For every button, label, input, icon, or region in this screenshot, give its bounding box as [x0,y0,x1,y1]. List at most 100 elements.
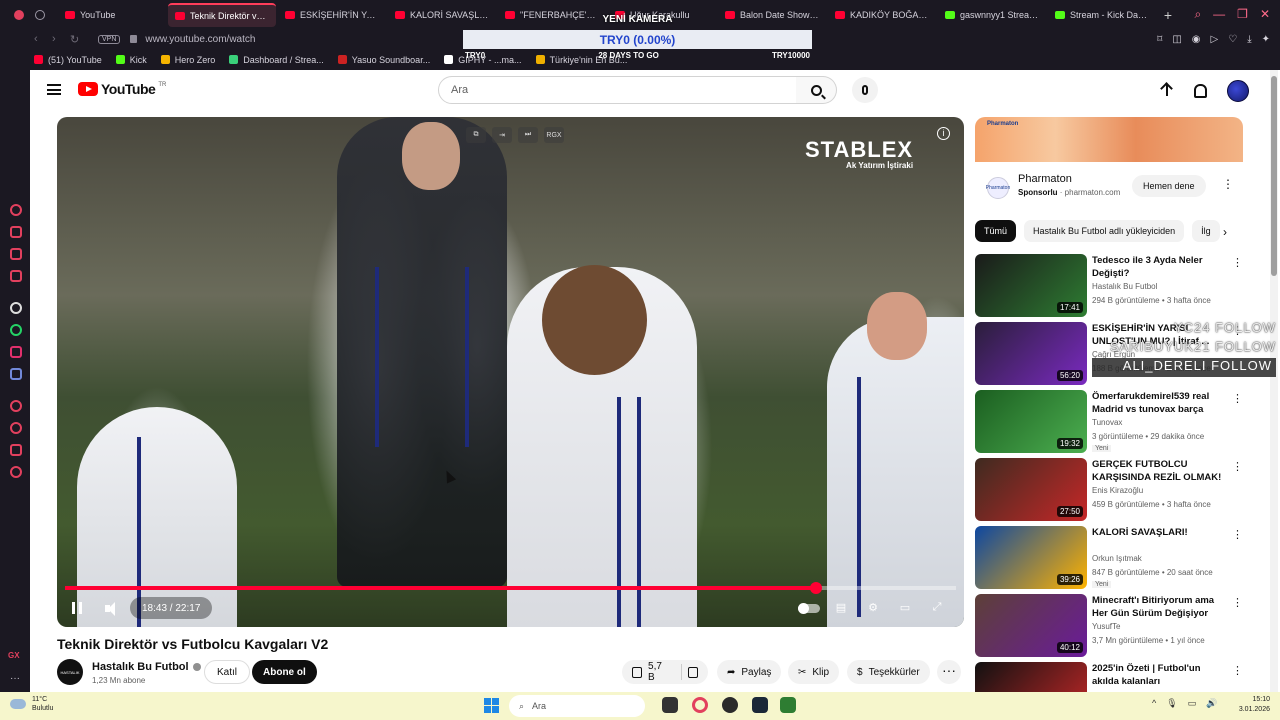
recommended-video[interactable]: 39:26 KALORİ SAVAŞLARI! Orkun Işıtmak 847 B… [975,526,1243,589]
video-thumbnail[interactable]: 27:50 [975,458,1087,521]
youtube-logo[interactable]: YouTube TR [78,81,166,97]
chevron-right-icon[interactable]: › [1223,225,1227,239]
more-actions-button[interactable]: ··· [937,660,961,684]
theater-mode-icon[interactable]: ▭ [896,599,914,615]
video-menu-icon[interactable]: ⋮ [1232,596,1243,609]
bookmark-item[interactable]: Yasuo Soundboar... [337,55,430,65]
extensions-icon[interactable] [10,444,22,456]
share-button[interactable]: ➦ Paylaş [717,660,782,684]
bookmark-icon[interactable]: ⌑ [1157,34,1162,45]
recommended-video[interactable]: 19:32 Ömerfarukdemirel539 real Madrid vs … [975,390,1243,453]
video-title-link[interactable]: Ömerfarukdemirel539 real Madrid vs tunov… [1092,390,1227,416]
video-menu-icon[interactable]: ⋮ [1232,392,1243,405]
voice-search-button[interactable] [852,77,878,103]
upload-icon[interactable] [1160,83,1174,99]
progress-bar[interactable] [65,582,956,594]
video-title-link[interactable]: Tedesco ile 3 Ayda Neler Değişti? [1092,254,1227,280]
video-menu-icon[interactable]: ⋮ [1232,256,1243,269]
channel-name[interactable]: Tunovax [1092,418,1122,427]
minimize-button[interactable]: — [1213,7,1225,22]
reload-icon[interactable]: ↻ [70,33,88,46]
aria-icon[interactable] [10,204,22,216]
weather-widget[interactable]: 11°C Bulutlu [10,695,53,713]
notifications-icon[interactable] [1194,84,1207,98]
browser-tab[interactable]: gaswnnyy1 Stream - [938,3,1046,27]
info-icon[interactable]: i [937,127,950,140]
video-title-link[interactable]: 2025'in Özeti | Futbol'un akılda kalanla… [1092,662,1227,688]
rgx-label[interactable]: RGX [544,127,564,143]
video-player[interactable]: ⧉ ⇥ ⏭ RGX STABLEX Ak Yatırım İştiraki i … [57,117,964,627]
video-thumbnail[interactable]: 40:12 [975,594,1087,657]
scrollbar-thumb[interactable] [1271,76,1277,276]
dislike-icon[interactable] [687,666,698,678]
video-thumbnail[interactable]: 56:20 [975,322,1087,385]
browser-tab[interactable]: Teknik Direktör vs Futb [168,2,276,27]
join-button[interactable]: Katıl [204,660,251,684]
browser-tab[interactable]: Stream - Kick Dashbo [1048,3,1156,27]
filter-chip[interactable]: İlg [1192,220,1220,242]
bookmark-item[interactable]: (51) YouTube [34,55,102,65]
ad-menu-icon[interactable]: ⋮ [1222,177,1234,191]
maximize-button[interactable]: ❐ [1237,7,1248,22]
filter-chip[interactable]: Hastalık Bu Futbol adlı yükleyiciden [1024,220,1185,242]
vpn-badge[interactable]: VPN [98,34,121,44]
account-avatar[interactable] [1227,80,1249,102]
subtitles-icon[interactable]: ▤ [832,599,850,615]
channel-name[interactable]: Orkun Işıtmak [1092,554,1142,563]
volume-icon[interactable] [105,602,119,616]
like-icon[interactable] [632,666,643,678]
autoplay-toggle[interactable] [798,603,820,614]
ad-cta-button[interactable]: Hemen dene [1132,175,1206,197]
video-title-link[interactable]: Minecraft'ı Bitiriyorum ama Her Gün Sürü… [1092,594,1227,620]
pause-icon[interactable] [72,602,82,614]
windows-start-icon[interactable] [484,698,499,713]
twitch-icon[interactable] [10,248,22,260]
browser-tab[interactable]: ESKİŞEHİR'İN YARIS [278,3,386,27]
more-icon[interactable]: ··· [10,673,20,684]
whatsapp-icon[interactable] [10,324,22,336]
app-icon[interactable] [780,697,796,713]
store-icon[interactable] [10,226,22,238]
obs-icon[interactable] [722,697,738,713]
download-icon[interactable]: ⤓ [1247,34,1251,45]
filter-chip[interactable]: Tümü [975,220,1017,242]
channel-name[interactable]: Enis Kirazoğlu [1092,486,1143,495]
heart-icon[interactable]: ♡ [1228,34,1237,45]
back-icon[interactable]: ‹ [34,33,52,45]
video-thumbnail[interactable]: 17:41 [975,254,1087,317]
channel-avatar[interactable]: HASTALIK [57,659,83,685]
like-count[interactable]: 5,7 B [648,661,669,683]
recommended-video[interactable]: 17:41 Tedesco ile 3 Ayda Neler Değişti? Ha… [975,254,1243,317]
history-icon[interactable] [10,422,22,434]
chatgpt-icon[interactable] [10,302,22,314]
channel-name[interactable]: YusufTe [1092,622,1120,631]
play-icon[interactable]: ▷ [1211,34,1219,45]
taskbar-search[interactable]: ⌕ Ara [509,695,645,717]
bookmark-item[interactable]: Kick [115,55,147,65]
scrubber-handle[interactable] [810,582,823,594]
page-scrollbar[interactable] [1270,70,1278,692]
shield-icon[interactable]: ◉ [1192,34,1201,45]
search-button[interactable] [796,76,837,104]
close-window-button[interactable]: ✕ [1260,7,1270,22]
menu-icon[interactable] [47,84,61,95]
settings-icon[interactable] [10,466,22,478]
workspaces-icon[interactable] [34,9,45,20]
recommended-video[interactable]: 40:12 Minecraft'ı Bitiriyorum ama Her Gün… [975,594,1243,657]
settings-gear-icon[interactable]: ⚙ [864,599,882,615]
task-view-icon[interactable] [662,697,678,713]
video-menu-icon[interactable]: ⋮ [1232,664,1243,677]
url-field[interactable]: www.youtube.com/watch [145,34,255,45]
ad-banner-image[interactable]: Pharmaton [975,117,1243,162]
video-title-link[interactable]: GERÇEK FUTBOLCU KARŞISINDA REZİL OLMAK! … [1092,458,1227,484]
subscribe-button[interactable]: Abone ol [252,660,317,684]
forward-icon[interactable]: › [52,33,70,45]
recommended-video[interactable]: 2025'in Özeti | Futbol'un akılda kalanla… [975,662,1243,692]
chevron-up-icon[interactable]: ^ [1152,698,1156,709]
video-menu-icon[interactable]: ⋮ [1232,460,1243,473]
channel-name[interactable]: Hastalık Bu Futbol [92,661,201,673]
video-thumbnail[interactable]: 19:32 [975,390,1087,453]
channel-name-text[interactable]: Hastalık Bu Futbol [92,661,189,673]
video-menu-icon[interactable]: ⋮ [1232,528,1243,541]
speaker-icon[interactable]: 🔊 [1206,698,1217,709]
